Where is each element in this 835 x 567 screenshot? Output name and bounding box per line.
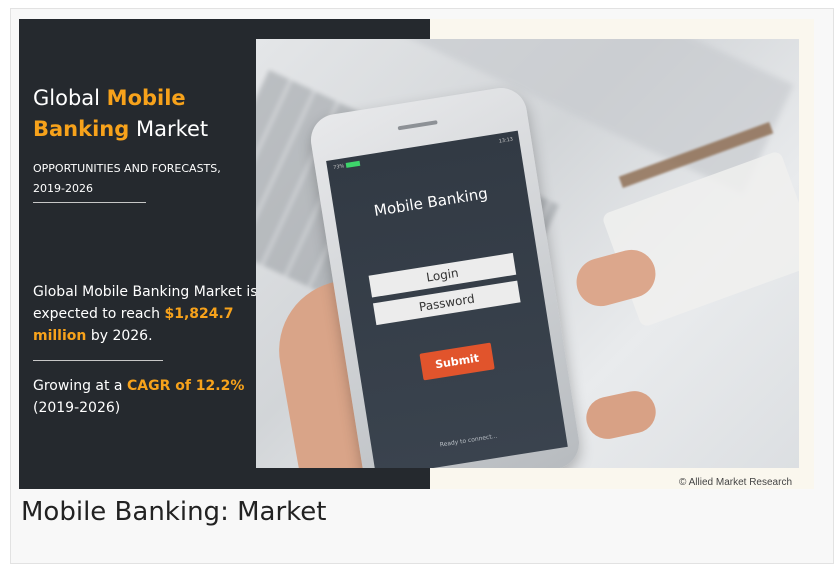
title-text: Global [33, 86, 107, 110]
divider [33, 202, 146, 203]
infographic-subtitle: Opportunities and Forecasts, 2019-2026 [33, 159, 233, 199]
copyright-notice: © Allied Market Research [679, 477, 792, 488]
clock-text: 13:13 [498, 136, 514, 145]
hand-finger [582, 387, 660, 443]
cagr-years: (2019-2026) [33, 400, 121, 416]
phone-screen: 73% 13:13 Mobile Banking Login Password … [326, 130, 568, 468]
divider [33, 360, 163, 361]
market-size-suffix: by 2026. [86, 328, 153, 344]
image-caption: Mobile Banking: Market [21, 497, 327, 527]
ready-text: Ready to connect... [439, 432, 498, 449]
mobile-banking-photo: 73% 13:13 Mobile Banking Login Password … [256, 39, 799, 468]
battery-icon [345, 160, 361, 168]
submit-button[interactable]: Submit [419, 342, 495, 381]
market-infographic: Global Mobile Banking Market Opportuniti… [19, 19, 814, 489]
subtitle-text: Opportunities and Forecasts, [33, 162, 221, 175]
speaker-icon [397, 120, 438, 131]
cagr-statement: Growing at a CAGR of 12.2% (2019-2026) [33, 375, 258, 419]
cagr-value: CAGR of 12.2% [126, 378, 245, 394]
market-size-statement: Global Mobile Banking Market is expected… [33, 281, 258, 347]
title-highlight-banking: Banking [33, 117, 130, 141]
title-highlight-mobile: Mobile [106, 86, 186, 110]
battery-indicator: 73% [332, 160, 361, 171]
cagr-prefix: Growing at a [33, 378, 127, 394]
battery-text: 73% [332, 163, 345, 171]
app-title: Mobile Banking [372, 184, 489, 220]
title-text-market: Market [129, 117, 209, 141]
subtitle-years: 2019-2026 [33, 182, 93, 195]
infographic-title: Global Mobile Banking Market [33, 83, 263, 145]
status-bar: 73% 13:13 [333, 136, 515, 176]
